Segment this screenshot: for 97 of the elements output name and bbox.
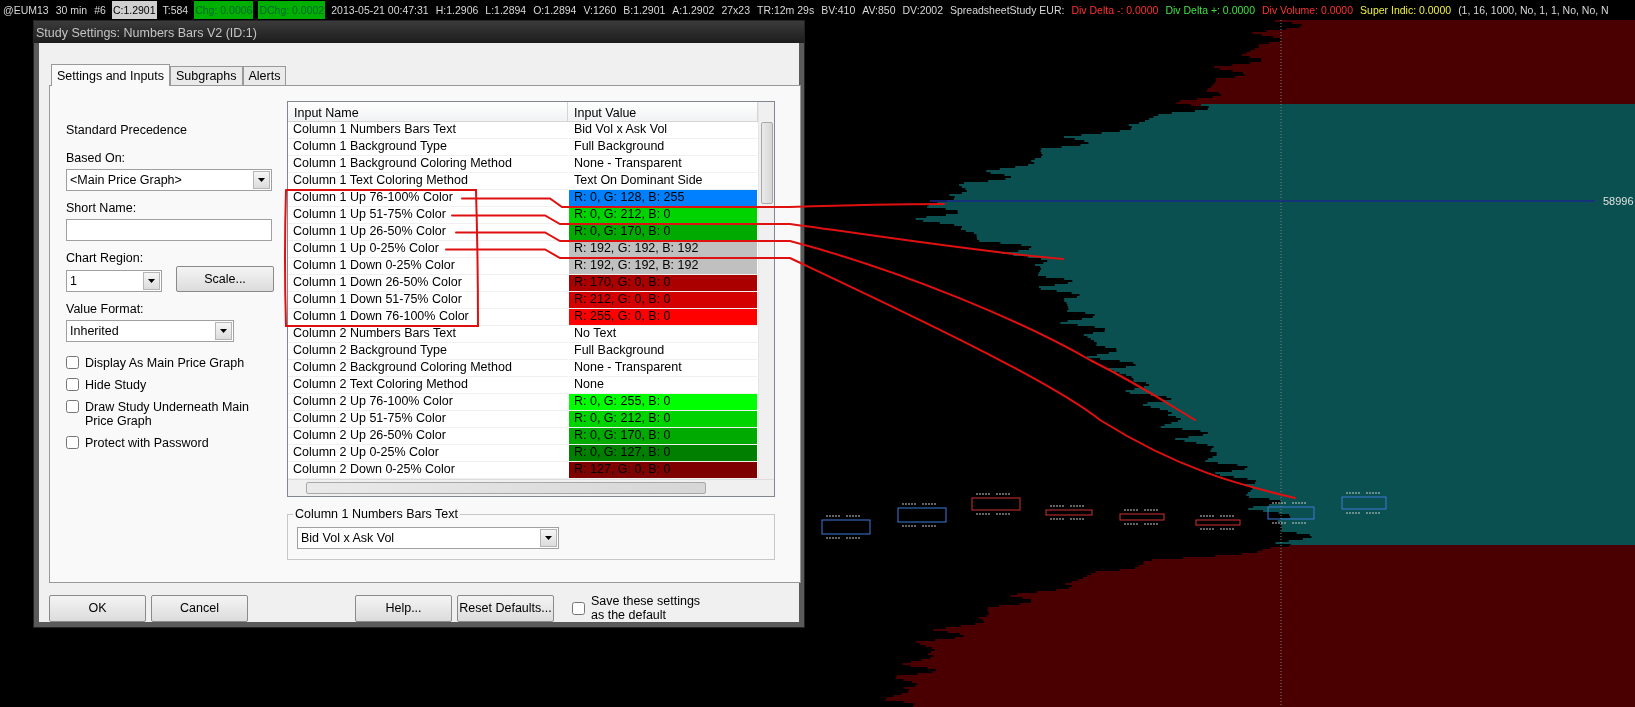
dialog-button[interactable]: Reset Defaults...: [457, 594, 554, 622]
field-label: Chart Region:: [66, 251, 145, 266]
status-text: BV:410: [820, 3, 857, 18]
table-cell: Column 1 Background Coloring Method: [288, 156, 568, 173]
status-text: 2013-05-21 00:47:31: [330, 3, 430, 18]
status-text: Chg: 0.0006: [194, 1, 254, 19]
caret-icon: [148, 279, 155, 283]
table-cell: Full Background: [569, 139, 757, 156]
status-text: B:1.2901: [622, 3, 667, 18]
table-cell: R: 170, G: 0, B: 0: [569, 275, 757, 292]
field-label: Based On:: [66, 151, 127, 166]
table-cell: Column 2 Text Coloring Method: [288, 377, 568, 394]
status-text: A:1.2902: [671, 3, 716, 18]
table-cell: Column 1 Up 51-75% Color: [288, 207, 568, 224]
status-text: H:1.2906: [434, 3, 480, 18]
dialog-button[interactable]: Cancel: [151, 594, 248, 622]
table-cell: R: 0, G: 170, B: 0: [569, 428, 757, 445]
scale-button[interactable]: Scale...: [176, 266, 274, 292]
table-cell: Column 1 Down 51-75% Color: [288, 292, 568, 309]
column-header[interactable]: Input Name: [288, 102, 568, 122]
table-cell: Column 1 Up 76-100% Color: [288, 190, 568, 207]
table-cell: Column 2 Background Type: [288, 343, 568, 360]
checkbox[interactable]: [66, 436, 79, 449]
checkbox-label: Save these settings as the default: [591, 594, 702, 622]
status-text: DV:2002: [901, 3, 944, 18]
table-cell: Column 2 Background Coloring Method: [288, 360, 568, 377]
window-title: Study Settings: Numbers Bars V2 (ID:1): [34, 21, 804, 43]
status-text: 30 min: [54, 3, 89, 18]
table-cell: Column 2 Up 76-100% Color: [288, 394, 568, 411]
horizontal-scrollbar[interactable]: [288, 479, 774, 496]
table-cell: R: 0, G: 255, B: 0: [569, 394, 757, 411]
tab[interactable]: Alerts: [242, 66, 287, 85]
table-cell: Column 2 Up 26-50% Color: [288, 428, 568, 445]
status-text: Div Delta -: 0.0000: [1070, 3, 1160, 18]
table-cell: Column 1 Down 0-25% Color: [288, 258, 568, 275]
table-cell: Column 1 Background Type: [288, 139, 568, 156]
status-text: Div Volume: 0.0000: [1261, 3, 1355, 18]
table-cell: R: 255, G: 0, B: 0: [569, 309, 757, 326]
table-cell: Full Background: [569, 343, 757, 360]
checkbox[interactable]: [66, 356, 79, 369]
checkbox[interactable]: [572, 601, 585, 615]
section-heading: Standard Precedence: [66, 123, 188, 138]
checkbox-label: Display As Main Price Graph: [85, 356, 246, 370]
table-cell: Column 2 Numbers Bars Text: [288, 326, 568, 343]
table-cell: Column 2 Up 0-25% Color: [288, 445, 568, 462]
table-cell: Column 2 Up 51-75% Color: [288, 411, 568, 428]
caret-icon: [220, 329, 227, 333]
status-text: (1, 16, 1000, No, 1, 1, No, No, N: [1457, 3, 1610, 18]
checkbox[interactable]: [66, 400, 79, 413]
table-cell: Column 1 Up 0-25% Color: [288, 241, 568, 258]
field-label: Short Name:: [66, 201, 138, 216]
table-cell: Column 1 Text Coloring Method: [288, 173, 568, 190]
status-text: Super Indic: 0.0000: [1359, 3, 1453, 18]
table-cell: Bid Vol x Ask Vol: [569, 122, 757, 139]
price-label: 58996: [1603, 195, 1634, 207]
checkbox-label: Hide Study: [85, 378, 148, 392]
table-cell: None - Transparent: [569, 360, 757, 377]
dialog-button[interactable]: OK: [49, 594, 146, 622]
input-field[interactable]: [66, 219, 272, 241]
status-text: 27x23: [720, 3, 751, 18]
status-text: #6: [93, 3, 107, 18]
dropdown[interactable]: <Main Price Graph>: [66, 169, 272, 191]
status-text: T:584: [161, 3, 190, 18]
caret-icon: [545, 536, 552, 540]
checkbox-label: Draw Study Underneath Main Price Graph: [85, 400, 250, 428]
column-header[interactable]: Input Value: [568, 102, 758, 122]
status-text: @EUM13: [2, 3, 50, 18]
table-cell: R: 127, G: 0, B: 0: [569, 462, 757, 479]
table-cell: R: 0, G: 212, B: 0: [569, 411, 757, 428]
field-label: Value Format:: [66, 302, 145, 317]
status-text: L:1.2894: [484, 3, 528, 18]
status-text: SpreadsheetStudy EUR:: [949, 3, 1066, 18]
table-cell: Column 1 Up 26-50% Color: [288, 224, 568, 241]
status-text: DChg: 0.0002: [258, 1, 326, 19]
table-cell: Column 1 Down 76-100% Color: [288, 309, 568, 326]
dropdown[interactable]: 1: [66, 270, 162, 292]
tab[interactable]: Subgraphs: [170, 66, 243, 85]
table-cell: R: 212, G: 0, B: 0: [569, 292, 757, 309]
table-cell: None - Transparent: [569, 156, 757, 173]
table-cell: R: 0, G: 127, B: 0: [569, 445, 757, 462]
caret-icon: [258, 178, 265, 182]
table-cell: No Text: [569, 326, 757, 343]
table-cell: Column 1 Numbers Bars Text: [288, 122, 568, 139]
status-text: AV:850: [861, 3, 897, 18]
table-cell: Column 1 Down 26-50% Color: [288, 275, 568, 292]
status-text: C:1.2901: [111, 1, 157, 19]
status-text: O:1.2894: [532, 3, 578, 18]
status-text: V:1260: [582, 3, 618, 18]
checkbox-label: Protect with Password: [85, 436, 210, 450]
vertical-scrollbar[interactable]: [758, 102, 774, 479]
status-text: TR:12m 29s: [756, 3, 816, 18]
status-text: Div Delta +: 0.0000: [1164, 3, 1256, 18]
dropdown[interactable]: Inherited: [66, 320, 234, 342]
dialog-button[interactable]: Help...: [355, 594, 452, 622]
tab[interactable]: Settings and Inputs: [51, 64, 171, 86]
checkbox[interactable]: [66, 378, 79, 391]
dropdown[interactable]: Bid Vol x Ask Vol: [297, 527, 559, 549]
